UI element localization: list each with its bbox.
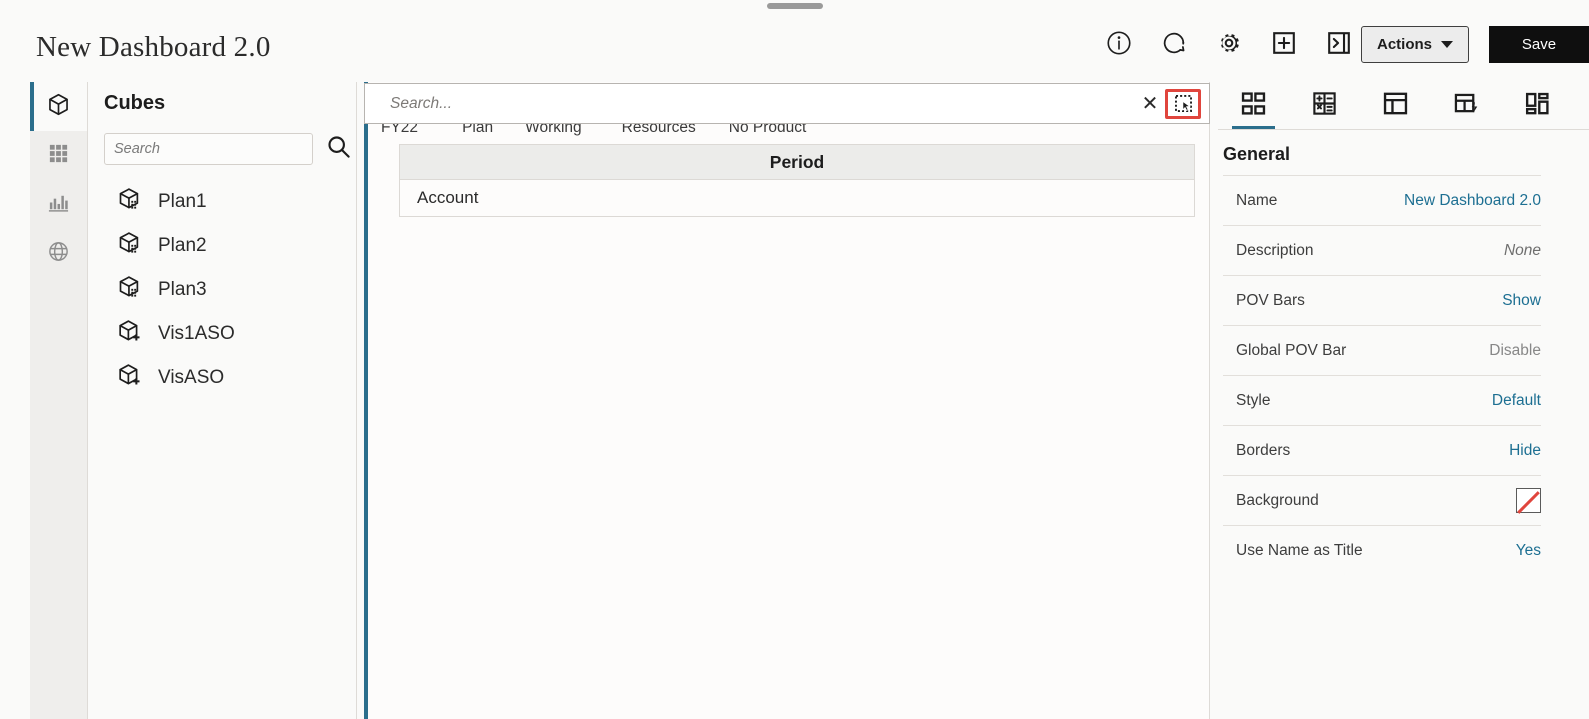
chevron-down-icon bbox=[1441, 41, 1453, 48]
cube-icon bbox=[46, 92, 71, 122]
list-item[interactable]: Plan1 bbox=[89, 180, 356, 224]
tab-components[interactable] bbox=[1502, 82, 1573, 129]
list-item[interactable]: Vis1ASO bbox=[89, 312, 356, 356]
cube-bso-icon bbox=[116, 274, 143, 306]
calculator-icon bbox=[1311, 90, 1338, 122]
cube-bso-icon bbox=[116, 230, 143, 262]
info-icon[interactable] bbox=[1105, 29, 1133, 57]
rail-item-global[interactable] bbox=[30, 229, 87, 278]
page-layout-icon bbox=[1382, 90, 1409, 122]
property-value[interactable]: Hide bbox=[1509, 442, 1541, 460]
property-value: Disable bbox=[1489, 341, 1541, 359]
property-label: Style bbox=[1236, 391, 1271, 409]
rail-item-grid[interactable] bbox=[30, 131, 87, 180]
property-label: Name bbox=[1236, 191, 1278, 209]
tab-layout[interactable] bbox=[1360, 82, 1431, 129]
property-row-pov-bars: POV Bars Show bbox=[1223, 275, 1541, 325]
background-color-swatch[interactable] bbox=[1516, 488, 1541, 513]
components-icon bbox=[1524, 90, 1551, 122]
header-icon-group bbox=[1105, 29, 1353, 57]
property-label: POV Bars bbox=[1236, 291, 1305, 309]
collapse-panel-icon[interactable] bbox=[1325, 29, 1353, 57]
cube-label: Plan1 bbox=[158, 191, 207, 212]
property-row-style: Style Default bbox=[1223, 375, 1541, 425]
grid-row-header[interactable]: Account bbox=[399, 180, 1195, 217]
table-lightning-icon bbox=[1453, 90, 1480, 122]
cube-label: VisASO bbox=[158, 367, 225, 388]
list-item[interactable]: VisASO bbox=[89, 356, 356, 400]
globe-icon bbox=[47, 240, 70, 268]
window-drag-handle[interactable] bbox=[766, 3, 823, 9]
cube-label: Plan2 bbox=[158, 235, 207, 256]
save-button[interactable]: Save bbox=[1489, 26, 1589, 63]
cube-aso-icon bbox=[116, 362, 143, 394]
rail-item-chart[interactable] bbox=[30, 180, 87, 229]
properties-section-title: General bbox=[1223, 144, 1291, 164]
cube-aso-icon bbox=[116, 318, 143, 350]
property-row-description: Description None bbox=[1223, 225, 1541, 275]
actions-button[interactable]: Actions bbox=[1361, 26, 1469, 63]
tab-calculation[interactable] bbox=[1289, 82, 1360, 129]
property-row-borders: Borders Hide bbox=[1223, 425, 1541, 475]
property-row-name: Name New Dashboard 2.0 bbox=[1223, 175, 1541, 225]
property-value[interactable]: None bbox=[1504, 242, 1541, 260]
property-label: Background bbox=[1236, 491, 1319, 509]
grid-icon bbox=[47, 142, 70, 170]
cubes-panel: Cubes Search Plan1 Plan2 Plan3 Vis1ASO V… bbox=[89, 82, 357, 719]
cube-label: Plan3 bbox=[158, 279, 207, 300]
select-marquee-icon[interactable] bbox=[1165, 88, 1201, 119]
properties-list: General Name New Dashboard 2.0 Descripti… bbox=[1223, 144, 1541, 575]
cube-list: Plan1 Plan2 Plan3 Vis1ASO VisASO bbox=[89, 180, 356, 400]
page-title: New Dashboard 2.0 bbox=[36, 31, 271, 63]
grid-column-header: Period bbox=[399, 144, 1195, 180]
data-grid: Period Account bbox=[399, 144, 1195, 217]
property-value[interactable]: Yes bbox=[1516, 542, 1541, 560]
dashboard-editor: New Dashboard 2.0 Actions Save Cubes Sea… bbox=[0, 0, 1589, 719]
refresh-icon[interactable] bbox=[1160, 29, 1188, 57]
property-row-background: Background bbox=[1223, 475, 1541, 525]
actions-button-label: Actions bbox=[1376, 36, 1432, 53]
properties-tabstrip bbox=[1218, 82, 1589, 130]
cube-label: Vis1ASO bbox=[158, 323, 235, 344]
cube-bso-icon bbox=[116, 186, 143, 218]
list-item[interactable]: Plan3 bbox=[89, 268, 356, 312]
search-input[interactable] bbox=[365, 94, 1135, 113]
close-icon[interactable]: ✕ bbox=[1135, 91, 1165, 116]
search-icon[interactable] bbox=[325, 133, 352, 165]
left-icon-rail bbox=[30, 82, 88, 719]
cubes-panel-title: Cubes bbox=[104, 92, 166, 114]
layout-blocks-icon bbox=[1240, 90, 1267, 122]
list-item[interactable]: Plan2 bbox=[89, 224, 356, 268]
properties-panel: General Name New Dashboard 2.0 Descripti… bbox=[1210, 82, 1589, 719]
rail-item-cubes[interactable] bbox=[30, 82, 87, 131]
search-overlay: ✕ bbox=[364, 83, 1210, 124]
cubes-search-row bbox=[104, 133, 350, 165]
add-box-icon[interactable] bbox=[1270, 29, 1298, 57]
tab-dynamic-table[interactable] bbox=[1431, 82, 1502, 129]
property-row-use-name-as-title: Use Name as Title Yes bbox=[1223, 525, 1541, 575]
dashboard-canvas[interactable]: FY22 Plan Working Resources No Product P… bbox=[364, 82, 1210, 719]
property-label: Use Name as Title bbox=[1236, 541, 1363, 559]
chart-icon bbox=[47, 191, 70, 219]
cubes-search-input[interactable] bbox=[104, 133, 313, 165]
app-header: New Dashboard 2.0 Actions Save bbox=[0, 13, 1589, 80]
property-label: Borders bbox=[1236, 441, 1291, 459]
property-value[interactable]: New Dashboard 2.0 bbox=[1404, 192, 1541, 210]
property-value[interactable]: Show bbox=[1502, 292, 1541, 310]
property-label: Global POV Bar bbox=[1236, 341, 1347, 359]
property-row-global-pov-bar: Global POV Bar Disable bbox=[1223, 325, 1541, 375]
property-value[interactable]: Default bbox=[1492, 392, 1541, 410]
tab-general[interactable] bbox=[1218, 82, 1289, 129]
property-label: Description bbox=[1236, 241, 1314, 259]
gear-icon[interactable] bbox=[1215, 29, 1243, 57]
